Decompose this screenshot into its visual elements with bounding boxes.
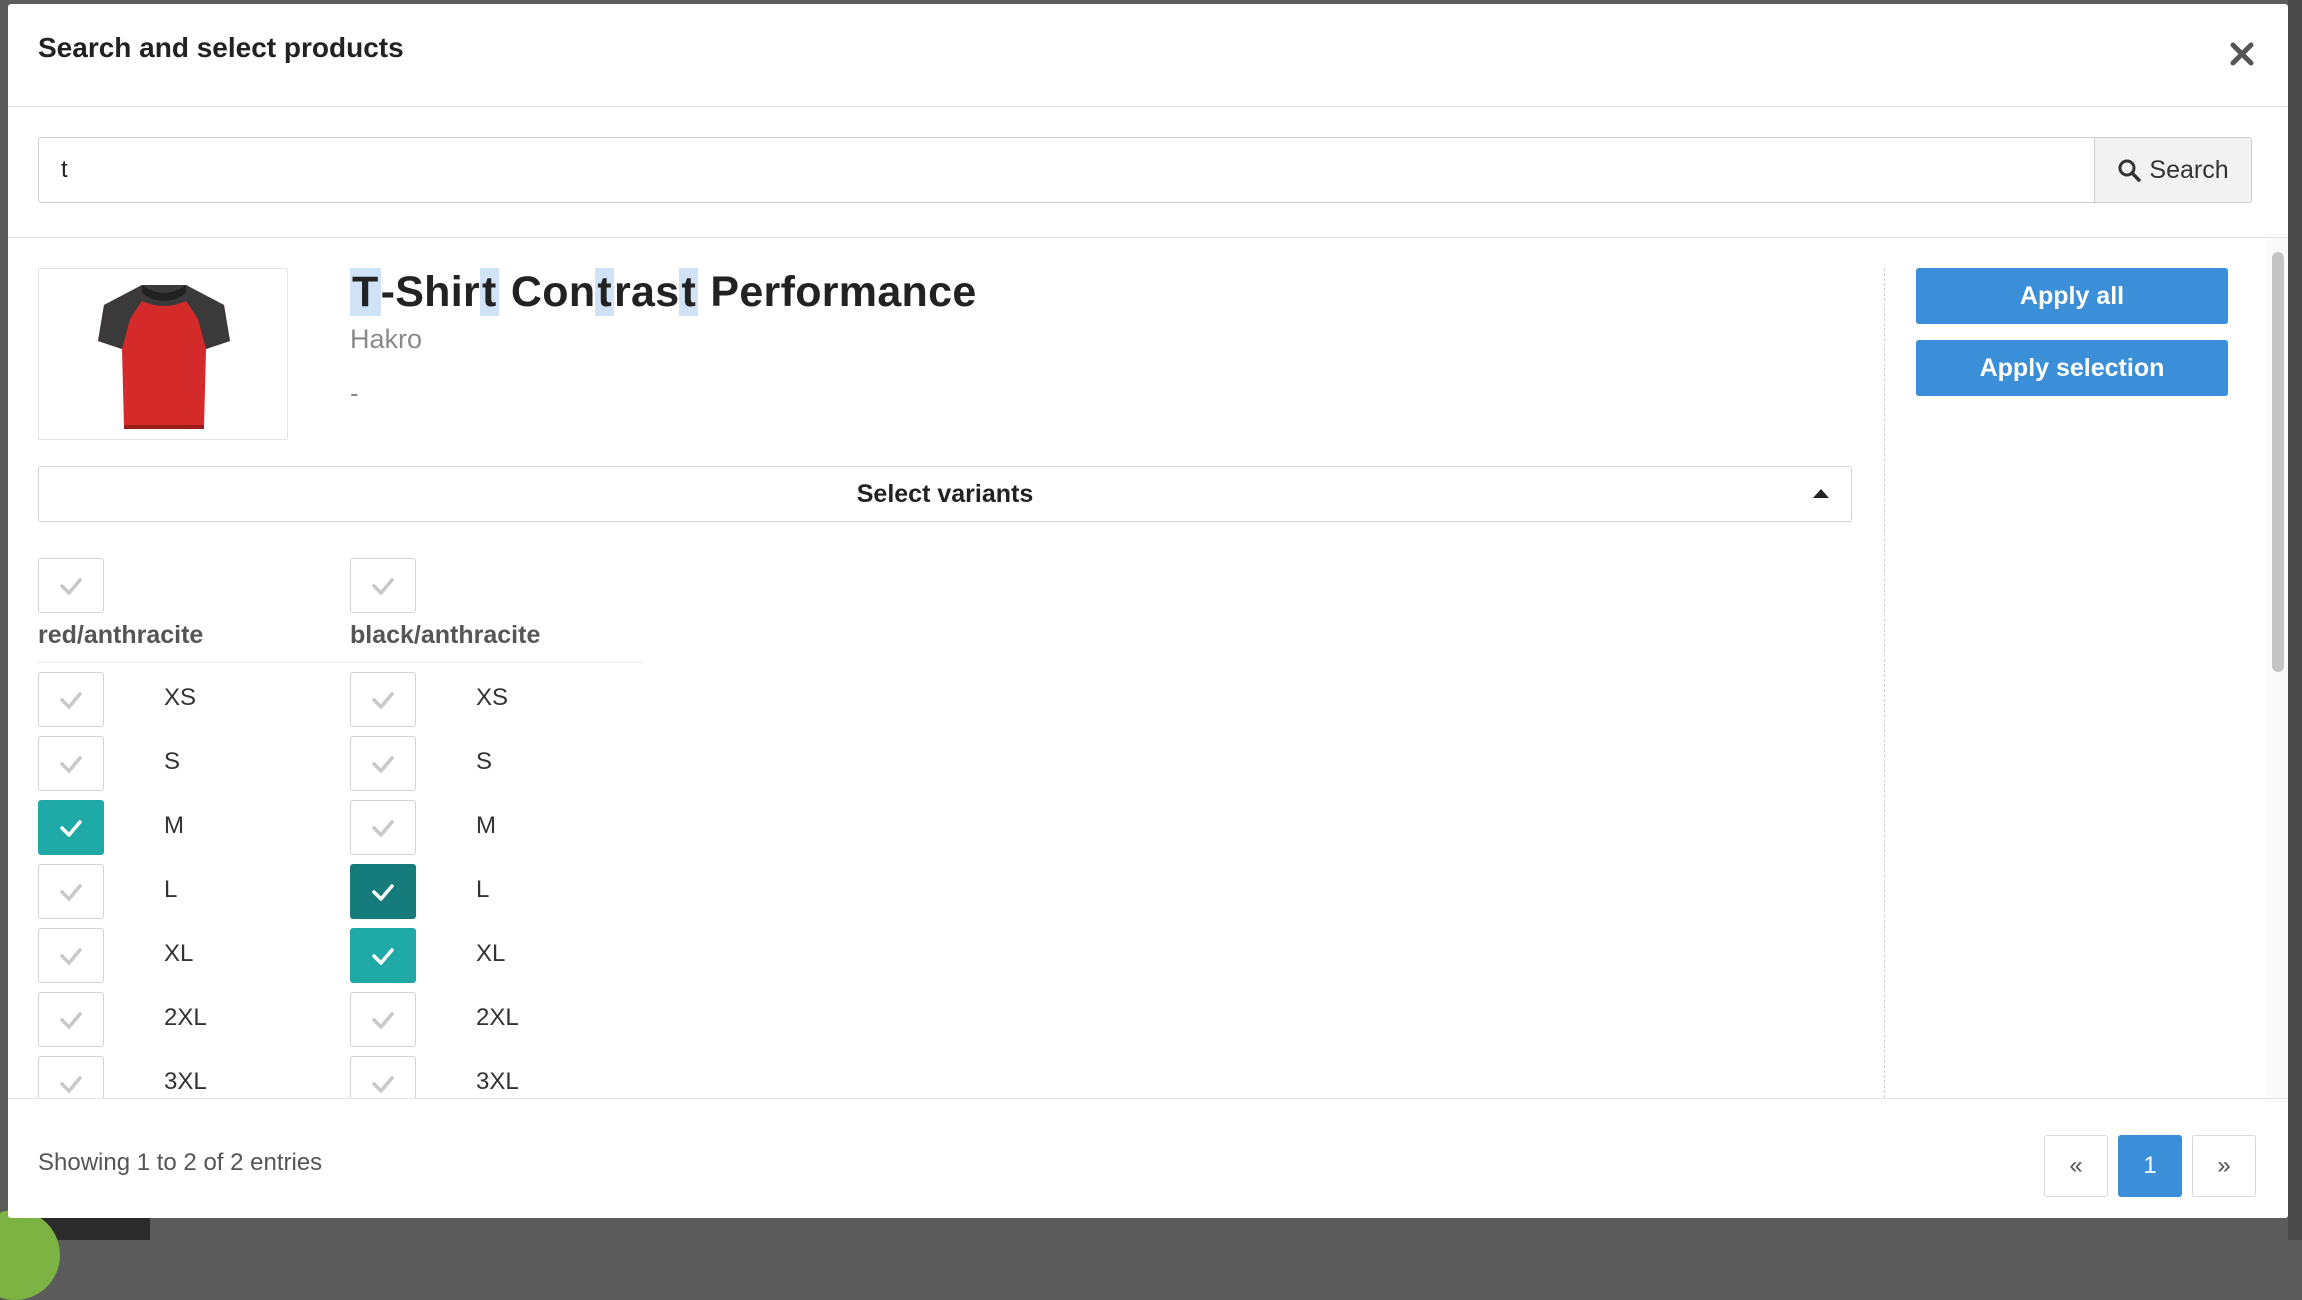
check-icon [372, 691, 394, 709]
size-label: L [164, 876, 178, 903]
color-label: red/anthracite [38, 621, 204, 649]
modal-footer: Showing 1 to 2 of 2 entries « 1 » [8, 1098, 2288, 1218]
apply-all-button[interactable]: Apply all [1916, 268, 2228, 324]
product-title: T-Shirt Contrast Performance [350, 268, 977, 317]
size-checkbox[interactable] [350, 928, 416, 983]
check-icon [60, 691, 82, 709]
select-variants-toggle[interactable]: Select variants [38, 466, 1852, 522]
size-checkbox[interactable] [38, 672, 104, 727]
search-button-label: Search [2149, 155, 2229, 184]
size-checkbox[interactable] [350, 864, 416, 919]
title-text: ras [614, 268, 680, 316]
size-label: S [476, 748, 493, 775]
size-checkbox[interactable] [350, 1056, 416, 1098]
size-checkbox[interactable] [38, 1056, 104, 1098]
search-icon [2118, 159, 2142, 182]
size-label: M [164, 812, 184, 839]
pagination-previous[interactable]: « [2044, 1135, 2108, 1197]
check-icon [372, 1075, 394, 1093]
search-highlight: t [679, 268, 699, 316]
size-label: S [164, 748, 181, 775]
title-text: Con [498, 268, 596, 316]
scrollbar-thumb[interactable] [2272, 252, 2284, 672]
color-label: black/anthracite [350, 621, 541, 649]
entries-info: Showing 1 to 2 of 2 entries [38, 1149, 323, 1176]
check-icon [60, 755, 82, 773]
size-checkbox[interactable] [38, 800, 104, 855]
product-brand: Hakro [350, 324, 423, 354]
check-icon [372, 819, 394, 837]
caret-up-icon [1813, 489, 1829, 498]
size-checkbox[interactable] [38, 864, 104, 919]
background-panel [2288, 0, 2302, 1240]
modal-header: Search and select products [8, 4, 2288, 107]
search-highlight: t [595, 268, 615, 316]
color-select-all-checkbox[interactable] [350, 558, 416, 613]
pagination-page-1[interactable]: 1 [2118, 1135, 2182, 1197]
size-label: XS [476, 684, 509, 711]
size-checkbox[interactable] [350, 800, 416, 855]
color-header-divider [38, 662, 642, 663]
size-label: 3XL [476, 1068, 519, 1095]
close-icon [2230, 42, 2254, 66]
color-select-all-checkbox[interactable] [38, 558, 104, 613]
size-label: XS [164, 684, 197, 711]
size-label: M [476, 812, 496, 839]
check-icon [372, 947, 394, 965]
search-highlight: t [480, 268, 499, 316]
check-icon [60, 947, 82, 965]
search-row: Search [8, 107, 2288, 238]
size-label: L [476, 876, 490, 903]
size-checkbox[interactable] [38, 736, 104, 791]
pagination-next[interactable]: » [2192, 1135, 2256, 1197]
check-icon [60, 1011, 82, 1029]
search-highlight: T [350, 268, 381, 316]
select-variants-label: Select variants [856, 480, 1034, 508]
results-list: T-Shirt Contrast Performance Hakro - Sel… [8, 238, 2288, 1098]
search-input[interactable] [38, 137, 2094, 203]
size-checkbox[interactable] [350, 736, 416, 791]
check-icon [372, 577, 394, 595]
modal-title: Search and select products [38, 32, 404, 63]
title-text: -Shir [380, 268, 481, 316]
divider [1884, 268, 1885, 1098]
size-checkbox[interactable] [38, 992, 104, 1047]
check-icon [372, 755, 394, 773]
size-checkbox[interactable] [350, 992, 416, 1047]
product-search-modal: Search and select products Search [8, 4, 2288, 1218]
close-button[interactable] [2222, 34, 2262, 74]
tshirt-image [98, 285, 230, 429]
check-icon [60, 883, 82, 901]
size-checkbox[interactable] [350, 672, 416, 727]
check-icon [60, 1075, 82, 1093]
check-icon [372, 1011, 394, 1029]
check-icon [372, 883, 394, 901]
size-label: 3XL [164, 1068, 207, 1095]
apply-selection-button[interactable]: Apply selection [1916, 340, 2228, 396]
size-label: XL [164, 940, 194, 967]
check-icon [60, 819, 82, 837]
size-label: XL [476, 940, 506, 967]
size-checkbox[interactable] [38, 928, 104, 983]
size-label: 2XL [164, 1004, 207, 1031]
title-text: Performance [698, 268, 977, 316]
size-label: 2XL [476, 1004, 519, 1031]
product-price: - [350, 378, 359, 408]
search-button[interactable]: Search [2094, 137, 2252, 203]
check-icon [60, 577, 82, 595]
product-thumbnail [38, 268, 288, 440]
